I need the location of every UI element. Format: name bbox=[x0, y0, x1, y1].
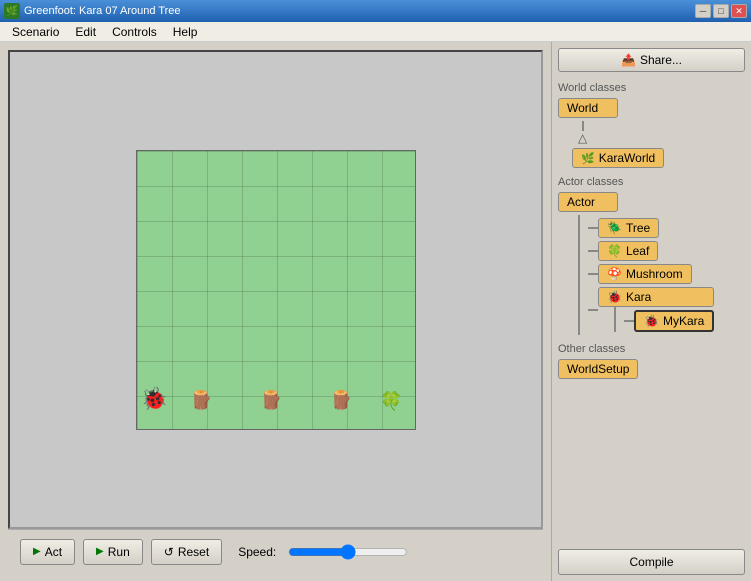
speed-slider[interactable] bbox=[288, 544, 408, 560]
leaf-icon: 🍀 bbox=[607, 244, 622, 258]
kara-children: 🐞 MyKara bbox=[614, 307, 714, 332]
mykara-line-h bbox=[624, 320, 634, 322]
run-button[interactable]: ▶ Run bbox=[83, 539, 143, 565]
minimize-button[interactable]: ─ bbox=[695, 4, 711, 18]
class-tree[interactable]: 🪲 Tree bbox=[598, 218, 659, 238]
class-leaf[interactable]: 🍀 Leaf bbox=[598, 241, 658, 261]
menu-edit[interactable]: Edit bbox=[67, 23, 104, 41]
world-grid[interactable]: 🐞 🪵 🪵 🪵 🍀 bbox=[136, 150, 416, 430]
speed-label: Speed: bbox=[238, 545, 276, 559]
right-content: World classes World △ 🌿 KaraWor bbox=[558, 80, 745, 549]
actor-tree-1[interactable]: 🪵 bbox=[187, 386, 217, 416]
other-classes-hierarchy: WorldSetup bbox=[558, 359, 745, 379]
world-class-row: World bbox=[558, 98, 745, 118]
mushroom-icon: 🍄 bbox=[607, 267, 622, 281]
actor-tree-2[interactable]: 🪵 bbox=[257, 386, 287, 416]
main-area: 🐞 🪵 🪵 🪵 🍀 ▶ Act ▶ Run ↺ Reset bbox=[0, 42, 751, 581]
class-karaworld[interactable]: 🌿 KaraWorld bbox=[572, 148, 664, 168]
karaworld-icon: 🌿 bbox=[581, 152, 595, 165]
window-controls: ─ □ ✕ bbox=[695, 4, 747, 18]
mushroom-line-h bbox=[588, 273, 598, 275]
share-button[interactable]: 📤 Share... bbox=[558, 48, 745, 72]
close-button[interactable]: ✕ bbox=[731, 4, 747, 18]
kara-icon: 🐞 bbox=[607, 290, 622, 304]
leaf-row: 🍀 Leaf bbox=[588, 241, 714, 261]
actor-connector: 🪲 Tree 🍀 Leaf bbox=[578, 215, 745, 335]
left-panel: 🐞 🪵 🪵 🪵 🍀 ▶ Act ▶ Run ↺ Reset bbox=[0, 42, 551, 581]
worldsetup-class-row: WorldSetup bbox=[558, 359, 745, 379]
actor-classes-label: Actor classes bbox=[558, 176, 745, 188]
maximize-button[interactable]: □ bbox=[713, 4, 729, 18]
world-line-v bbox=[582, 121, 584, 131]
menu-controls[interactable]: Controls bbox=[104, 23, 165, 41]
compile-button[interactable]: Compile bbox=[558, 549, 745, 575]
world-view: 🐞 🪵 🪵 🪵 🍀 bbox=[8, 50, 543, 529]
class-mushroom[interactable]: 🍄 Mushroom bbox=[598, 264, 692, 284]
other-classes-label: Other classes bbox=[558, 343, 745, 355]
actor-tree-3[interactable]: 🪵 bbox=[327, 386, 357, 416]
mykara-icon: 🐞 bbox=[644, 314, 659, 328]
world-arrow-row: △ bbox=[578, 121, 745, 145]
menubar: Scenario Edit Controls Help bbox=[0, 22, 751, 42]
share-icon: 📤 bbox=[621, 53, 636, 67]
mykara-row: 🐞 MyKara bbox=[624, 310, 714, 332]
actor-kara[interactable]: 🐞 bbox=[140, 384, 170, 414]
reset-icon: ↺ bbox=[164, 545, 174, 559]
world-arrow-up: △ bbox=[578, 131, 587, 145]
tree-row: 🪲 Tree bbox=[588, 218, 714, 238]
actor-leaf[interactable]: 🍀 bbox=[377, 387, 407, 417]
actor-classes-hierarchy: Actor 🪲 Tree bbox=[558, 192, 745, 335]
mushroom-row: 🍄 Mushroom bbox=[588, 264, 714, 284]
tree-icon: 🪲 bbox=[607, 221, 622, 235]
class-mykara[interactable]: 🐞 MyKara bbox=[634, 310, 714, 332]
kara-col: 🐞 Kara 🐞 MyKara bbox=[598, 287, 714, 332]
leaf-line-h bbox=[588, 250, 598, 252]
actor-children: 🪲 Tree 🍀 Leaf bbox=[578, 215, 714, 335]
class-kara[interactable]: 🐞 Kara bbox=[598, 287, 714, 307]
menu-scenario[interactable]: Scenario bbox=[4, 23, 67, 41]
titlebar: 🌿 Greenfoot: Kara 07 Around Tree ─ □ ✕ bbox=[0, 0, 751, 22]
kara-line-h bbox=[588, 309, 598, 311]
world-classes-hierarchy: World △ 🌿 KaraWorld bbox=[558, 98, 745, 168]
right-panel: 📤 Share... World classes World △ bbox=[551, 42, 751, 581]
class-actor[interactable]: Actor bbox=[558, 192, 618, 212]
run-icon: ▶ bbox=[96, 546, 104, 557]
actor-class-row: Actor bbox=[558, 192, 745, 212]
karaworld-class-row: 🌿 KaraWorld bbox=[572, 148, 745, 168]
kara-row: 🐞 Kara 🐞 MyKara bbox=[588, 287, 714, 332]
bottom-controls: ▶ Act ▶ Run ↺ Reset Speed: bbox=[8, 529, 543, 573]
reset-button[interactable]: ↺ Reset bbox=[151, 539, 222, 565]
act-icon: ▶ bbox=[33, 546, 41, 557]
window-title: Greenfoot: Kara 07 Around Tree bbox=[24, 5, 695, 17]
tree-line-h bbox=[588, 227, 598, 229]
class-worldsetup[interactable]: WorldSetup bbox=[558, 359, 638, 379]
class-world[interactable]: World bbox=[558, 98, 618, 118]
menu-help[interactable]: Help bbox=[165, 23, 206, 41]
world-classes-label: World classes bbox=[558, 82, 745, 94]
act-button[interactable]: ▶ Act bbox=[20, 539, 75, 565]
app-icon: 🌿 bbox=[4, 3, 20, 19]
